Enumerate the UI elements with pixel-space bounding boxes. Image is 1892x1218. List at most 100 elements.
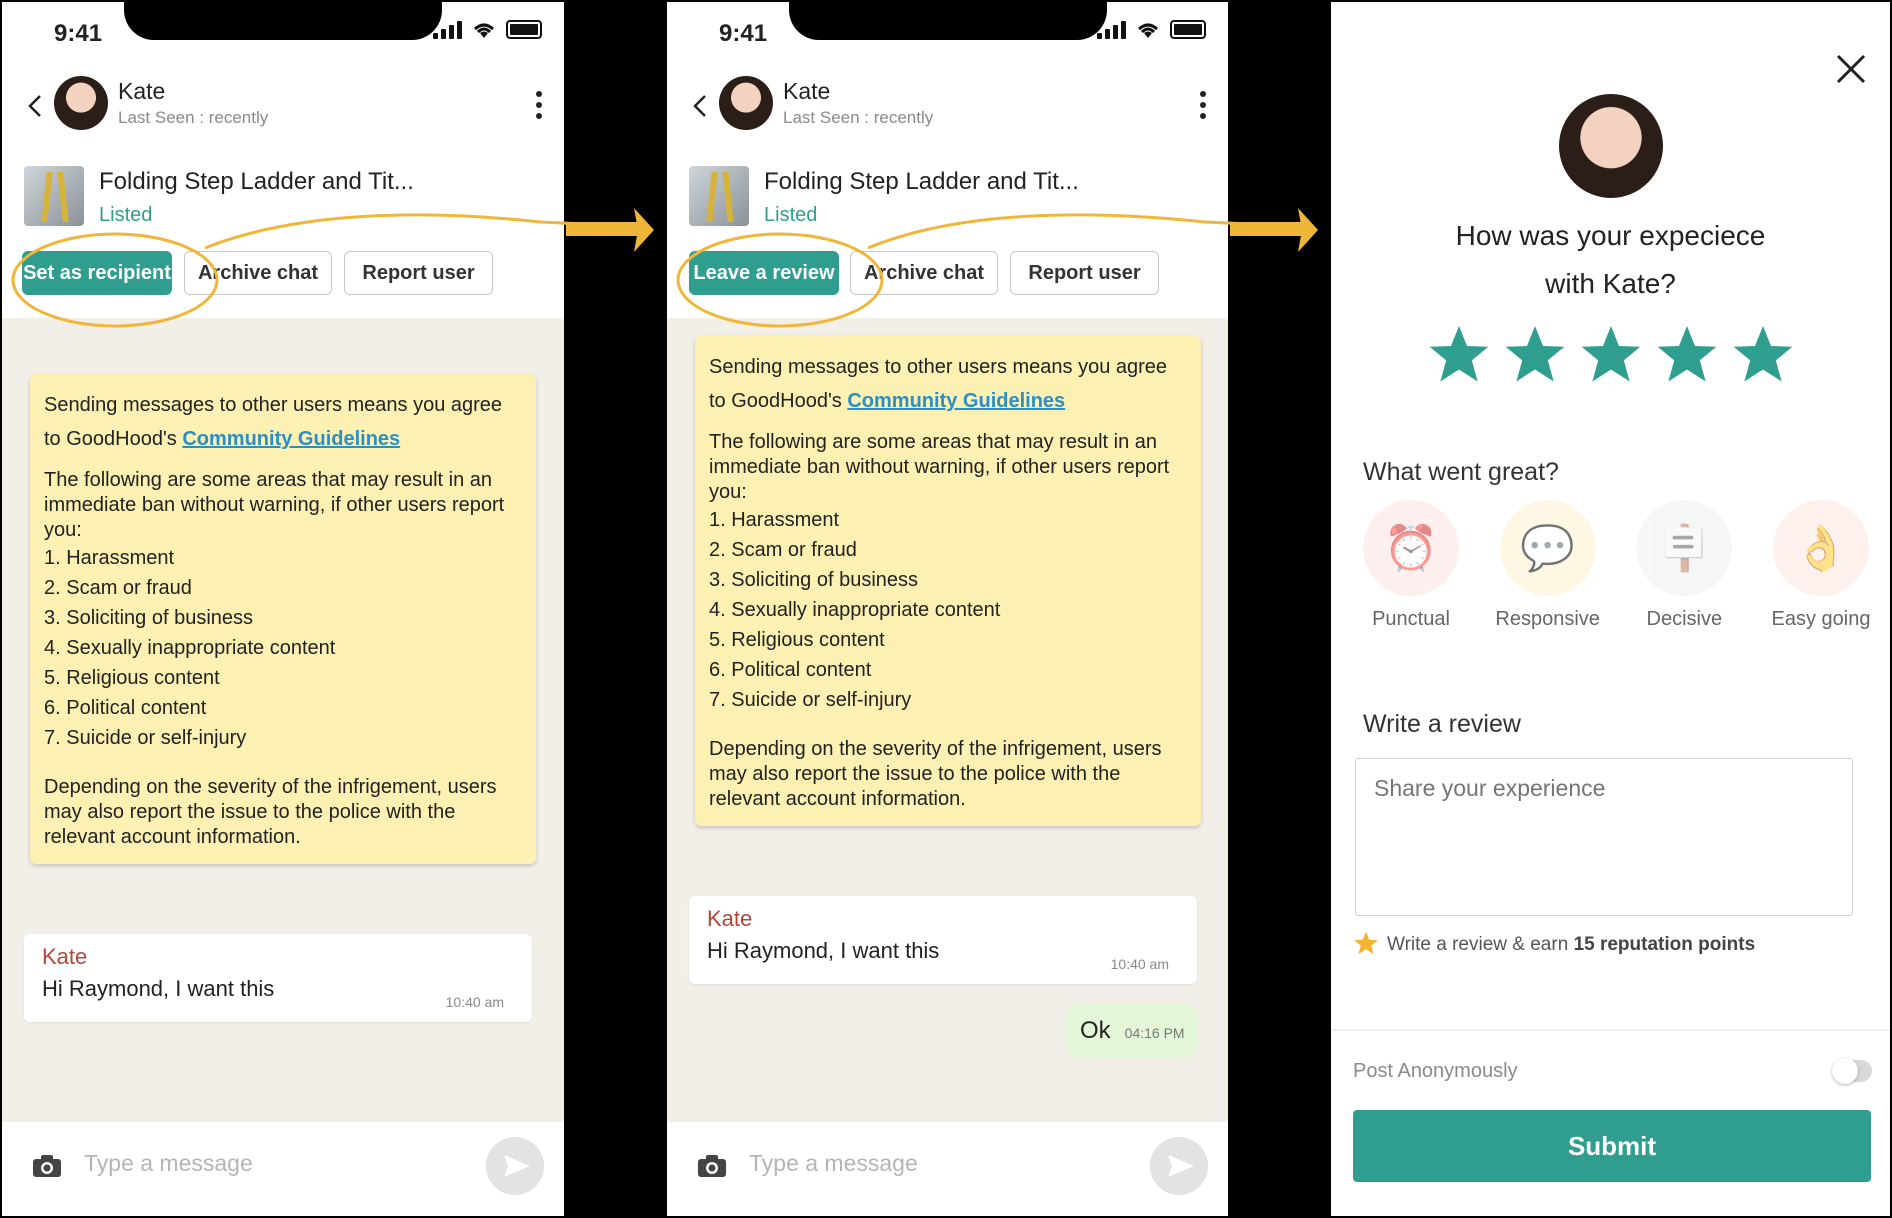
tag-punctual[interactable]: ⏰ Punctual	[1351, 500, 1471, 631]
chat-area: Sending messages to other users means yo…	[667, 318, 1228, 1122]
review-question-line2: with Kate?	[1545, 268, 1676, 299]
chat-screen-1: 9:41 Kate Last Seen : recently Folding S…	[2, 2, 564, 1216]
reputation-note: Write a review & earn 15 reputation poin…	[1387, 934, 1756, 955]
message-input[interactable]: Type a message	[749, 1150, 918, 1177]
reply-bubble: Ok 04:16 PM	[1066, 1004, 1198, 1058]
avatar[interactable]	[54, 76, 108, 130]
reviewee-avatar	[1559, 94, 1663, 198]
archive-chat-button[interactable]: Archive chat	[850, 251, 998, 295]
review-textarea[interactable]	[1355, 758, 1853, 916]
violation-list: 1. Harassment 2. Scam or fraud 3. Solici…	[709, 505, 1187, 715]
more-options-icon[interactable]	[534, 88, 544, 124]
ok-hand-icon: 👌	[1772, 500, 1869, 596]
tag-easy-going[interactable]: 👌 Easy going	[1761, 500, 1881, 631]
notice-warning: The following are some areas that may re…	[44, 469, 505, 541]
archive-chat-button[interactable]: Archive chat	[184, 251, 332, 295]
review-screen: How was your expeciece with Kate? What w…	[1331, 2, 1890, 1216]
list-item: 4. Sexually inappropriate content	[44, 637, 336, 659]
star-icon[interactable]	[1731, 322, 1795, 386]
community-guidelines-link[interactable]: Community Guidelines	[847, 390, 1065, 412]
message-sender: Kate	[42, 944, 88, 969]
chat-screen-2: 9:41 Kate Last Seen : recently Folding S…	[667, 2, 1228, 1216]
list-item: 7. Suicide or self-injury	[709, 689, 912, 711]
back-icon[interactable]	[20, 90, 52, 122]
last-seen: Last Seen : recently	[118, 108, 269, 127]
review-question-line1: How was your expeciece	[1455, 220, 1766, 251]
list-item: 3. Soliciting of business	[44, 607, 254, 629]
avatar[interactable]	[719, 76, 773, 130]
list-item: 2. Scam or fraud	[44, 577, 192, 599]
tag-decisive[interactable]: 🪧 Decisive	[1624, 500, 1744, 631]
message-text: Hi Raymond, I want this	[42, 976, 275, 1001]
battery-icon	[1170, 20, 1206, 39]
back-icon[interactable]	[685, 90, 717, 122]
reply-text: Ok	[1080, 1017, 1111, 1044]
send-button[interactable]	[486, 1137, 544, 1195]
more-options-icon[interactable]	[1198, 88, 1208, 124]
status-time: 9:41	[54, 20, 103, 47]
camera-icon[interactable]	[697, 1154, 727, 1178]
clock-icon: ⏰	[1363, 500, 1459, 596]
list-item: 1. Harassment	[709, 509, 840, 531]
notch	[789, 2, 1107, 40]
status-bar: 9:41	[2, 2, 564, 62]
quality-tags: ⏰ Punctual 💬 Responsive 🪧 Decisive 👌 Eas…	[1351, 500, 1881, 631]
list-item: 2. Scam or fraud	[709, 539, 857, 561]
community-guidelines-link[interactable]: Community Guidelines	[182, 428, 400, 450]
listing-thumbnail	[689, 166, 749, 226]
contact-name: Kate	[118, 78, 166, 104]
tag-responsive[interactable]: 💬 Responsive	[1488, 500, 1608, 631]
wifi-icon	[474, 23, 494, 38]
notice-footer: Depending on the severity of the infrige…	[44, 776, 497, 848]
last-seen: Last Seen : recently	[783, 108, 934, 127]
violation-list: 1. Harassment 2. Scam or fraud 3. Solici…	[44, 543, 522, 753]
message-input-bar: Type a message	[667, 1121, 1228, 1216]
listing-card[interactable]: Folding Step Ladder and Tit... Listed Le…	[667, 142, 1228, 318]
chat-area: Sending messages to other users means yo…	[2, 318, 564, 1122]
send-button[interactable]	[1150, 1137, 1208, 1195]
notch	[124, 2, 442, 40]
flow-arrow-head	[634, 208, 654, 252]
flow-arrow-head	[1298, 208, 1318, 252]
list-item: 5. Religious content	[709, 629, 885, 651]
star-icon[interactable]	[1655, 322, 1719, 386]
anonymous-toggle[interactable]	[1832, 1058, 1872, 1084]
guidelines-notice: Sending messages to other users means yo…	[30, 374, 536, 864]
listing-thumbnail	[24, 166, 84, 226]
star-icon[interactable]	[1427, 322, 1491, 386]
star-icon[interactable]	[1579, 322, 1643, 386]
close-icon[interactable]	[1834, 52, 1868, 86]
message-time: 10:40 am	[445, 994, 504, 1010]
message-time: 10:40 am	[1110, 956, 1169, 972]
write-review-heading: Write a review	[1363, 710, 1521, 738]
chat-header: Kate Last Seen : recently	[2, 72, 564, 143]
star-icon[interactable]	[1503, 322, 1567, 386]
battery-icon	[506, 20, 542, 39]
message-input[interactable]: Type a message	[84, 1150, 253, 1177]
message-sender: Kate	[707, 906, 753, 931]
leave-review-button[interactable]: Leave a review	[689, 251, 839, 295]
list-item: 4. Sexually inappropriate content	[709, 599, 1001, 621]
arrow-stub	[1230, 222, 1304, 236]
message-text: Hi Raymond, I want this	[707, 938, 940, 963]
listing-title: Folding Step Ladder and Tit...	[764, 168, 1079, 195]
post-anonymously-label: Post Anonymously	[1353, 1060, 1518, 1082]
signpost-icon: 🪧	[1636, 500, 1733, 596]
went-great-heading: What went great?	[1363, 458, 1559, 486]
report-user-button[interactable]: Report user	[344, 251, 493, 295]
message-bubble: Kate Hi Raymond, I want this 10:40 am	[689, 896, 1197, 984]
status-time: 9:41	[719, 20, 768, 47]
camera-icon[interactable]	[32, 1154, 62, 1178]
reply-time: 04:16 PM	[1124, 1025, 1185, 1041]
submit-button[interactable]: Submit	[1353, 1110, 1871, 1182]
notice-warning: The following are some areas that may re…	[709, 431, 1170, 503]
divider	[1331, 1029, 1890, 1031]
wifi-icon	[1138, 23, 1158, 38]
star-rating[interactable]	[1427, 322, 1795, 386]
listing-card[interactable]: Folding Step Ladder and Tit... Listed Se…	[2, 142, 564, 318]
report-user-button[interactable]: Report user	[1010, 251, 1159, 295]
message-input-bar: Type a message	[2, 1121, 564, 1216]
signal-icon	[433, 20, 462, 39]
list-item: 1. Harassment	[44, 547, 175, 569]
set-recipient-button[interactable]: Set as recipient	[22, 251, 172, 295]
